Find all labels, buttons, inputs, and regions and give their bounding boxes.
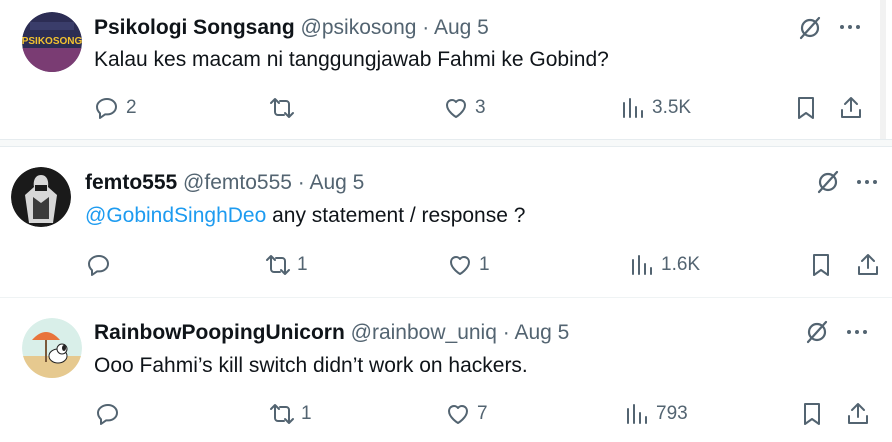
mention-link[interactable]: @GobindSinghDeo — [85, 204, 266, 227]
views-icon — [632, 255, 652, 275]
share-button[interactable] — [845, 400, 871, 428]
timeline: PSIKOSONG Psikologi Songsang @psikosong … — [0, 0, 892, 442]
repost-count: 1 — [301, 403, 312, 424]
tweet[interactable]: RainbowPoopingUnicorn @rainbow_uniq · Au… — [0, 297, 892, 442]
reply-icon — [96, 98, 117, 119]
views-icon — [623, 98, 643, 118]
like-button[interactable]: 1 — [447, 251, 490, 279]
views-count: 1.6K — [661, 254, 701, 275]
like-count: 1 — [479, 254, 490, 275]
bookmark-icon — [804, 403, 820, 425]
tweet-body: any statement / response ? — [266, 204, 526, 227]
user-handle[interactable]: @rainbow_uniq — [351, 321, 497, 344]
share-icon — [841, 97, 861, 118]
tweet-text: Ooo Fahmi’s kill switch didn’t work on h… — [94, 352, 528, 380]
display-name[interactable]: femto555 — [85, 171, 177, 194]
views-button[interactable]: 1.6K — [629, 251, 700, 279]
bookmark-icon — [798, 97, 814, 119]
more-icon[interactable] — [847, 330, 867, 334]
bookmark-button[interactable] — [799, 400, 825, 428]
reply-count: 2 — [126, 97, 137, 118]
repost-button[interactable]: 1 — [265, 251, 308, 279]
repost-icon — [270, 98, 294, 118]
grok-icon[interactable] — [804, 319, 830, 350]
tweet-header: femto555 @femto555 · Aug 5 — [85, 170, 364, 196]
user-handle[interactable]: @femto555 — [183, 171, 292, 194]
more-icon[interactable] — [857, 180, 877, 184]
reply-icon — [88, 255, 109, 276]
tweet-text: Kalau kes macam ni tanggungjawab Fahmi k… — [94, 46, 609, 74]
repost-icon — [270, 404, 294, 424]
tweet-header: Psikologi Songsang @psikosong · Aug 5 — [94, 15, 489, 41]
like-icon — [448, 405, 468, 424]
separator-dot: · — [297, 171, 305, 194]
repost-count: 1 — [297, 254, 308, 275]
user-handle[interactable]: @psikosong — [301, 16, 417, 39]
like-count: 7 — [477, 403, 488, 424]
bookmark-icon — [813, 254, 829, 276]
share-icon — [858, 254, 878, 275]
repost-button[interactable] — [269, 94, 301, 122]
thread-separator — [0, 139, 892, 147]
tweet-text: @GobindSinghDeo any statement / response… — [85, 202, 525, 230]
grok-icon[interactable] — [815, 169, 841, 200]
grok-icon[interactable] — [797, 15, 823, 46]
like-button[interactable]: 7 — [445, 400, 488, 428]
views-button[interactable]: 3.5K — [620, 94, 691, 122]
repost-button[interactable]: 1 — [269, 400, 312, 428]
share-button[interactable] — [855, 251, 881, 279]
reply-button[interactable] — [95, 400, 127, 428]
like-count: 3 — [475, 97, 486, 118]
bookmark-button[interactable] — [808, 251, 834, 279]
avatar[interactable] — [11, 167, 71, 227]
like-button[interactable]: 3 — [443, 94, 486, 122]
tweet-body: Kalau kes macam ni tanggungjawab Fahmi k… — [94, 48, 609, 71]
views-count: 793 — [656, 403, 688, 424]
views-icon — [627, 404, 647, 424]
avatar-logo-text: PSIKOSONG — [22, 36, 82, 47]
tweet[interactable]: femto555 @femto555 · Aug 5 @GobindSinghD… — [0, 147, 892, 297]
display-name[interactable]: Psikologi Songsang — [94, 16, 295, 39]
more-icon[interactable] — [840, 25, 860, 29]
tweet-body: Ooo Fahmi’s kill switch didn’t work on h… — [94, 354, 528, 377]
reply-icon — [97, 404, 118, 425]
views-count: 3.5K — [652, 97, 692, 118]
separator-dot: · — [422, 16, 430, 39]
timestamp[interactable]: Aug 5 — [514, 321, 569, 344]
scrollbar[interactable] — [880, 0, 886, 139]
separator-dot: · — [502, 321, 510, 344]
repost-icon — [266, 255, 290, 275]
timestamp[interactable]: Aug 5 — [309, 171, 364, 194]
tweet-header: RainbowPoopingUnicorn @rainbow_uniq · Au… — [94, 320, 569, 346]
reply-button[interactable]: 2 — [94, 94, 137, 122]
tweet[interactable]: PSIKOSONG Psikologi Songsang @psikosong … — [0, 0, 886, 139]
bookmark-button[interactable] — [793, 94, 819, 122]
share-icon — [848, 403, 868, 424]
views-button[interactable]: 793 — [624, 400, 688, 428]
avatar[interactable] — [22, 318, 82, 378]
display-name[interactable]: RainbowPoopingUnicorn — [94, 321, 345, 344]
like-icon — [450, 256, 470, 275]
like-icon — [446, 99, 466, 118]
timestamp[interactable]: Aug 5 — [434, 16, 489, 39]
reply-button[interactable] — [86, 251, 118, 279]
share-button[interactable] — [838, 94, 864, 122]
avatar[interactable]: PSIKOSONG — [22, 12, 82, 72]
